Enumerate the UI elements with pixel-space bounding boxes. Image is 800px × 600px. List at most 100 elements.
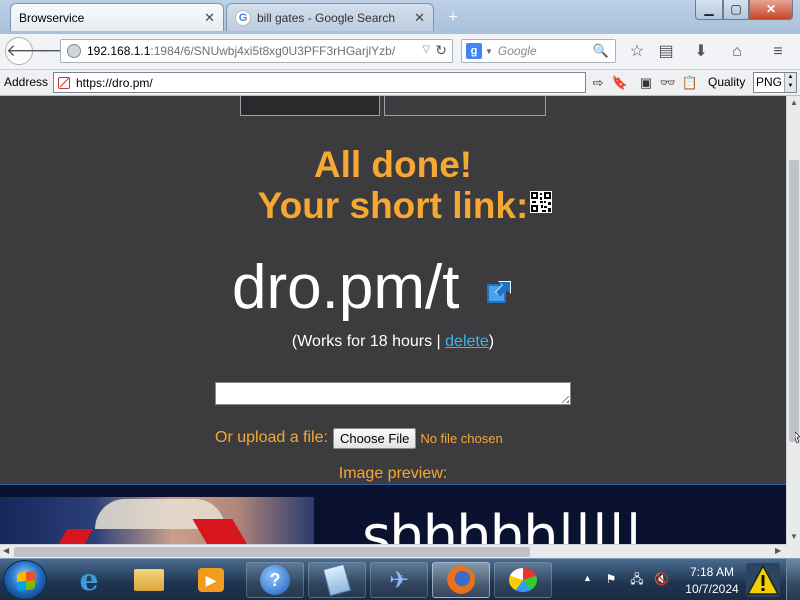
scroll-left-icon[interactable]: ◀ xyxy=(3,546,9,555)
taskbar-app-airplane[interactable]: ✈ xyxy=(370,562,428,598)
taskbar-app-help[interactable]: ? xyxy=(246,562,304,598)
quality-select[interactable]: PNG ▲ ▼ xyxy=(753,72,797,93)
url-dropdown-icon[interactable]: ▽ xyxy=(422,44,430,55)
taskbar-app-firefox[interactable] xyxy=(432,562,490,598)
choose-file-button[interactable]: Choose File xyxy=(332,427,417,449)
taskbar-app-internet-explorer[interactable]: e xyxy=(60,562,118,598)
search-bar[interactable]: g ▼ Google 🔍 xyxy=(461,39,616,63)
tab-browservice[interactable]: Browservice ✕ xyxy=(10,3,224,31)
link-textarea[interactable] xyxy=(215,382,571,405)
short-link[interactable]: dro.pm/t xyxy=(232,250,459,326)
tray-expand-icon[interactable]: ▲ xyxy=(583,573,592,583)
close-tab-icon[interactable]: ✕ xyxy=(204,10,215,26)
photo-red-shape xyxy=(56,529,94,544)
save-icon[interactable]: ▣ xyxy=(637,74,655,92)
volume-muted-icon[interactable]: 🔇 xyxy=(654,572,669,586)
addon-address-toolbar: Address https://dro.pm/ ⇨ 🔖 ▣ 👓 📋 Qualit… xyxy=(0,70,800,96)
preview-text: shhhhh||||| xyxy=(362,504,643,545)
action-flag-icon[interactable]: ⚑ xyxy=(604,572,618,586)
close-tab-icon[interactable]: ✕ xyxy=(414,10,425,26)
internet-explorer-icon: e xyxy=(79,562,99,598)
upload-label: Or upload a file: xyxy=(215,429,328,446)
menu-icon[interactable]: ≡ xyxy=(767,42,789,62)
warning-icon[interactable] xyxy=(746,563,780,597)
start-button[interactable] xyxy=(3,560,47,600)
bookmark-star-icon[interactable]: ☆ xyxy=(626,42,648,62)
tab-label: Browservice xyxy=(19,10,85,25)
insecure-icon xyxy=(58,76,70,89)
mouse-cursor-icon xyxy=(795,432,800,444)
upload-row: Or upload a file: Choose File No file ch… xyxy=(215,427,503,449)
navigation-toolbar: 🡐 🡒 192.168.1.1:1984/6/SNUwbj4xi5t8xg0U3… xyxy=(0,34,800,70)
success-heading: All done! Your short link: xyxy=(0,144,786,226)
qr-code-icon[interactable] xyxy=(530,191,552,213)
no-file-chosen-text: No file chosen xyxy=(420,430,503,446)
image-preview: shhhhh||||| xyxy=(0,484,786,544)
downloads-icon[interactable]: ⬇ xyxy=(690,42,712,62)
scrollbar-corner xyxy=(786,544,800,558)
spinner-icon[interactable]: ▲ ▼ xyxy=(784,73,796,92)
url-bar[interactable]: 192.168.1.1:1984/6/SNUwbj4xi5t8xg0U3PFF3… xyxy=(60,39,453,63)
go-arrow-icon[interactable]: ⇨ xyxy=(589,74,607,92)
tab-google-search[interactable]: G bill gates - Google Search ✕ xyxy=(226,3,434,31)
scroll-right-icon[interactable]: ▶ xyxy=(775,546,781,555)
network-icon[interactable]: 🖧 xyxy=(630,572,644,586)
horizontal-scroll-thumb[interactable] xyxy=(14,547,530,557)
search-icon[interactable]: 🔍 xyxy=(593,43,609,59)
reload-icon[interactable]: ↻ xyxy=(435,42,447,59)
top-nav-box-left[interactable] xyxy=(240,96,380,116)
close-window-button[interactable]: ✕ xyxy=(749,0,793,20)
firefox-icon xyxy=(447,566,475,594)
show-desktop-button[interactable] xyxy=(786,559,800,600)
clipboard-icon[interactable]: 📋 xyxy=(681,74,699,92)
taskbar-app-media-player[interactable]: ▶ xyxy=(182,562,240,598)
tab-label: bill gates - Google Search xyxy=(257,10,396,25)
clock-time[interactable]: 7:18 AM xyxy=(683,565,741,579)
heading-line-1: All done! xyxy=(313,144,473,185)
google-search-engine-icon[interactable]: g xyxy=(466,43,482,59)
url-host: 192.168.1.1 xyxy=(87,44,151,58)
back-button[interactable]: 🡐 xyxy=(5,37,52,65)
windows-flag-icon xyxy=(17,571,35,591)
airplane-icon: ✈ xyxy=(388,566,410,594)
delete-link[interactable]: delete xyxy=(445,333,489,350)
bookmark-icon[interactable]: 🔖 xyxy=(611,74,629,92)
new-tab-button[interactable]: + xyxy=(442,9,464,27)
search-placeholder: Google xyxy=(497,44,537,58)
taskbar-app-notepad[interactable] xyxy=(308,562,366,598)
globe-icon xyxy=(67,44,81,58)
vertical-scrollbar[interactable]: ▲ ▼ xyxy=(786,96,800,544)
forward-button[interactable]: 🡒 xyxy=(37,40,83,62)
address-value: https://dro.pm/ xyxy=(76,75,153,90)
taskbar-app-paint[interactable] xyxy=(494,562,552,598)
maximize-button[interactable]: ▢ xyxy=(723,0,749,20)
taskbar-app-windows-explorer[interactable] xyxy=(120,562,178,598)
bookmarks-list-icon[interactable]: ▤ xyxy=(655,42,677,62)
minimize-button[interactable]: ▁ xyxy=(695,0,723,20)
find-icon[interactable]: 👓 xyxy=(659,74,677,92)
quality-value: PNG xyxy=(756,75,783,89)
notepad-icon xyxy=(322,563,352,597)
heading-line-2: Your short link: xyxy=(257,185,529,226)
vertical-scroll-thumb[interactable] xyxy=(789,160,799,442)
address-input[interactable]: https://dro.pm/ xyxy=(53,72,586,93)
windows-taskbar: e ▶ ? ✈ ▲ ⚑ 🖧 🔇 7:18 AM 10/7/2024 xyxy=(0,558,800,600)
help-icon: ? xyxy=(260,565,290,595)
top-nav-box-right[interactable] xyxy=(384,96,546,116)
scroll-up-icon[interactable]: ▲ xyxy=(790,98,798,107)
clock-date[interactable]: 10/7/2024 xyxy=(683,582,741,596)
expiry-suffix: ) xyxy=(488,333,495,350)
folder-icon xyxy=(134,569,164,591)
engine-dropdown-icon[interactable]: ▼ xyxy=(485,47,493,56)
address-label: Address xyxy=(4,75,49,89)
expiry-prefix: (Works for 18 hours | xyxy=(291,333,446,350)
home-icon[interactable]: ⌂ xyxy=(726,42,748,62)
expiry-notice: (Works for 18 hours | delete) xyxy=(0,333,786,351)
url-path: :1984/6/SNUwbj4xi5t8xg0U3PFF3rHGarjlYzb/ xyxy=(150,44,396,58)
image-preview-label: Image preview: xyxy=(338,465,448,482)
open-link-icon[interactable] xyxy=(486,280,512,304)
horizontal-scrollbar[interactable]: ◀ ▶ xyxy=(0,544,786,558)
scroll-down-icon[interactable]: ▼ xyxy=(790,532,798,541)
page-viewport: All done! Your short link: dro.pm/t (Wor… xyxy=(0,96,786,544)
quality-label: Quality xyxy=(708,75,746,89)
